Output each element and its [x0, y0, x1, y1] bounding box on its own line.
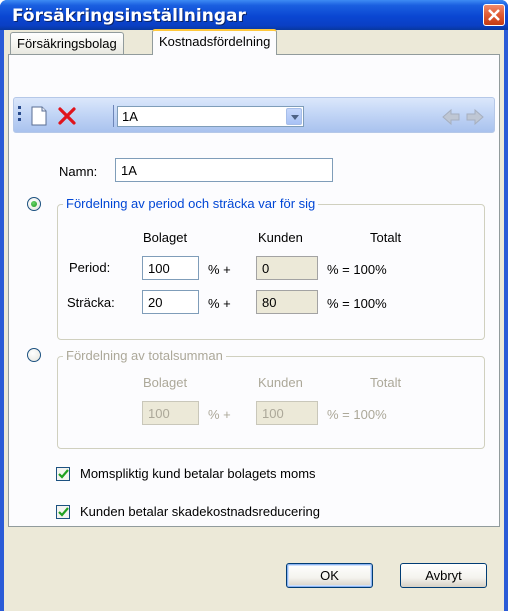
name-label: Namn:: [59, 164, 98, 179]
group-total-sum-title: Fördelning av totalsumman: [63, 348, 226, 363]
new-document-icon[interactable]: [29, 106, 49, 126]
checkbox-vat-label[interactable]: Momspliktig kund betalar bolagets moms: [80, 466, 316, 481]
period-customer-value: 0: [262, 261, 270, 276]
total-total: % = 100%: [327, 407, 387, 422]
tab-label: Kostnadsfördelning: [159, 34, 271, 49]
arrow-right-icon[interactable]: [465, 107, 485, 127]
period-company-field[interactable]: 100: [142, 256, 199, 280]
col-total-header: Totalt: [370, 230, 402, 245]
checkbox-vat[interactable]: [56, 467, 70, 481]
period-total: % = 100%: [327, 262, 387, 277]
title-bar[interactable]: Försäkringsinställningar: [0, 0, 508, 30]
distance-total: % = 100%: [327, 296, 387, 311]
tab-forsakringsbolag[interactable]: Försäkringsbolag: [10, 32, 124, 54]
cancel-button[interactable]: Avbryt: [400, 563, 487, 588]
close-button[interactable]: [483, 4, 505, 26]
record-select[interactable]: 1A: [117, 106, 304, 127]
period-pct-plus: % +: [208, 262, 231, 277]
group-period-distance-title: Fördelning av period och sträcka var för…: [63, 196, 319, 211]
toolbar-separator: [113, 105, 114, 127]
distance-pct-plus: % +: [208, 296, 231, 311]
period-label: Period:: [69, 260, 111, 275]
distance-customer-field: 80: [256, 290, 318, 314]
window-title: Försäkringsinställningar: [12, 6, 246, 26]
col-company-header: Bolaget: [143, 230, 188, 245]
total-pct-plus: % +: [208, 407, 231, 422]
total-company-field: 100: [142, 401, 199, 425]
arrow-left-icon[interactable]: [441, 107, 461, 127]
ok-button[interactable]: OK: [286, 563, 373, 588]
delete-icon[interactable]: [57, 106, 77, 126]
toolbar-grip[interactable]: [18, 106, 21, 126]
period-customer-field: 0: [256, 256, 318, 280]
distance-company-value: 20: [148, 295, 163, 310]
chevron-down-icon[interactable]: [286, 108, 302, 125]
total-company-value: 100: [148, 406, 170, 421]
cancel-button-label: Avbryt: [425, 568, 462, 583]
name-field-value: 1A: [121, 163, 137, 178]
ok-button-label: OK: [320, 568, 339, 583]
name-field[interactable]: 1A: [115, 158, 333, 182]
checkmark-icon: [58, 469, 69, 479]
radio-total-sum[interactable]: [27, 348, 41, 362]
distance-customer-value: 80: [262, 295, 277, 310]
col-total-header-disabled: Totalt: [370, 375, 402, 390]
distance-label: Sträcka:: [67, 295, 115, 310]
col-customer-header: Kunden: [258, 230, 303, 245]
col-customer-header-disabled: Kunden: [258, 375, 303, 390]
record-select-value: 1A: [122, 109, 138, 124]
radio-period-distance[interactable]: [27, 197, 41, 211]
checkmark-icon: [58, 507, 69, 517]
checkbox-damage-reduction[interactable]: [56, 505, 70, 519]
total-customer-field: 100: [256, 401, 318, 425]
col-company-header-disabled: Bolaget: [143, 375, 188, 390]
tab-kostnadsfordelning[interactable]: Kostnadsfördelning: [152, 29, 278, 55]
close-icon: [488, 9, 500, 21]
total-customer-value: 100: [262, 406, 284, 421]
tab-label: Försäkringsbolag: [17, 36, 117, 51]
distance-company-field[interactable]: 20: [142, 290, 199, 314]
checkbox-damage-reduction-label[interactable]: Kunden betalar skadekostnadsreducering: [80, 504, 320, 519]
period-company-value: 100: [148, 261, 170, 276]
